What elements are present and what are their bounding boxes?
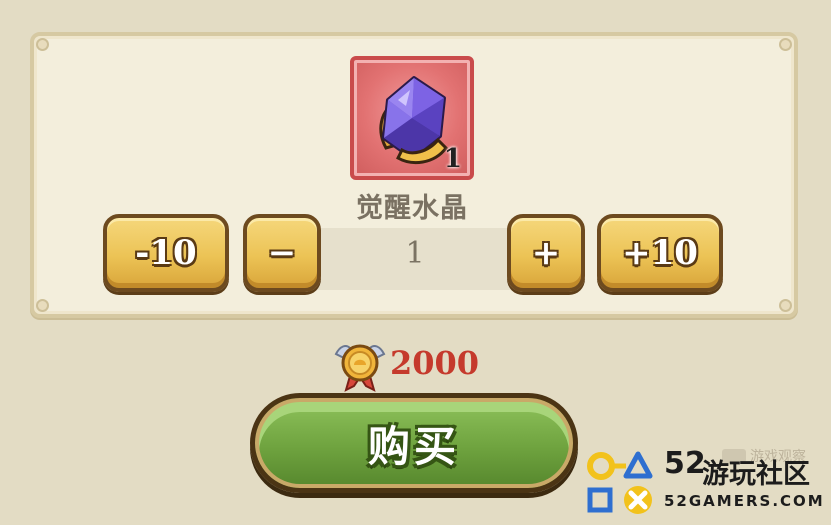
watermark-site: 52GAMERS.COM	[664, 492, 825, 510]
plus-button[interactable]: +	[507, 214, 585, 292]
item-count: 1	[443, 144, 462, 174]
minus-10-button[interactable]: -10	[103, 214, 229, 292]
watermark-number: 52	[664, 446, 706, 481]
panel-rivet	[36, 38, 49, 51]
panel-rivet	[779, 299, 792, 312]
panel-rivet	[779, 38, 792, 51]
item-name: 觉醒水晶	[356, 193, 468, 224]
buy-button[interactable]: 购买	[250, 393, 578, 493]
minus-button[interactable]: −	[243, 214, 321, 292]
plus-10-button[interactable]: +10	[597, 214, 723, 292]
item-slot: 1	[350, 56, 474, 180]
panel-rivet	[36, 299, 49, 312]
quantity-value[interactable]: 1	[300, 236, 530, 271]
watermark-name: 游玩社区	[702, 459, 810, 490]
price-amount: 2000	[390, 344, 480, 382]
controller-buttons-logo-icon	[587, 451, 653, 514]
medal-icon	[334, 344, 386, 392]
